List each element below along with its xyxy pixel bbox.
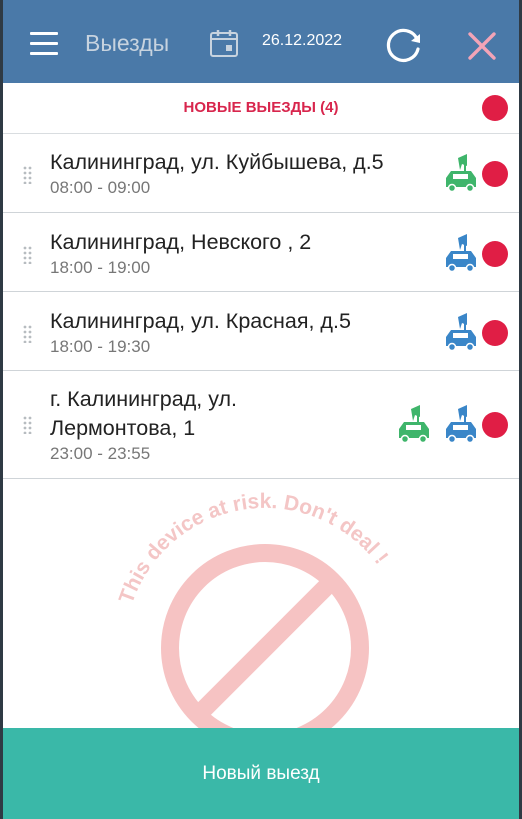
section-status-indicator: [482, 95, 508, 121]
calendar-icon[interactable]: [209, 28, 239, 58]
drag-handle-icon[interactable]: [23, 166, 33, 184]
trip-address: Калининград, ул. Куйбышева, д.5: [50, 150, 384, 174]
selected-date[interactable]: 26.12.2022: [262, 32, 342, 50]
blue-car-flag-icon: [446, 234, 476, 272]
new-trip-button[interactable]: Новый выезд: [3, 728, 519, 819]
drag-handle-icon[interactable]: [23, 246, 33, 264]
blue-car-flag-icon: [446, 313, 476, 351]
trip-time: 08:00 - 09:00: [50, 178, 151, 197]
section-title: НОВЫЕ ВЫЕЗДЫ (4): [183, 99, 339, 116]
page-title: Выезды: [85, 30, 170, 56]
trip-time: 23:00 - 23:55: [50, 444, 151, 463]
trip-row[interactable]: Калининград, Невского , 2 18:00 - 19:00: [3, 213, 519, 292]
drag-handle-icon[interactable]: [23, 325, 33, 343]
watermark-text: This device at risk. Don't deal !: [115, 490, 393, 607]
trip-time: 18:00 - 19:00: [50, 258, 151, 277]
drag-handle-icon[interactable]: [23, 416, 33, 434]
close-icon[interactable]: [466, 30, 498, 62]
hamburger-menu-icon[interactable]: [30, 30, 60, 56]
trip-status-indicator: [482, 241, 508, 267]
trip-status-indicator: [482, 412, 508, 438]
trip-status-indicator: [482, 161, 508, 187]
trip-row[interactable]: Калининград, ул. Куйбышева, д.5 08:00 - …: [3, 134, 519, 213]
new-trips-section-header: НОВЫЕ ВЫЕЗДЫ (4): [3, 83, 519, 134]
trip-time: 18:00 - 19:30: [50, 337, 151, 356]
trip-address: г. Калининград, ул.: [50, 387, 238, 411]
trip-address: Лермонтова, 1: [50, 416, 196, 440]
trip-list: Калининград, ул. Куйбышева, д.5 08:00 - …: [3, 134, 519, 479]
trip-status-indicator: [482, 320, 508, 346]
refresh-icon[interactable]: [384, 25, 424, 65]
trip-row[interactable]: г. Калининград, ул. Лермонтова, 1 23:00 …: [3, 371, 519, 479]
top-bar: Выезды 26.12.2022: [3, 0, 519, 83]
svg-text:This device at risk. Don't dea: This device at risk. Don't deal !: [115, 490, 393, 607]
green-car-flag-icon: [446, 154, 476, 192]
trip-address: Калининград, ул. Красная, д.5: [50, 309, 351, 333]
blue-car-flag-icon: [446, 405, 476, 443]
app-frame: Выезды 26.12.2022 НОВЫЕ ВЫЕЗДЫ (4) This …: [0, 0, 522, 819]
green-car-flag-icon: [399, 405, 429, 443]
trip-address: Калининград, Невского , 2: [50, 230, 312, 254]
trip-row[interactable]: Калининград, ул. Красная, д.5 18:00 - 19…: [3, 292, 519, 371]
